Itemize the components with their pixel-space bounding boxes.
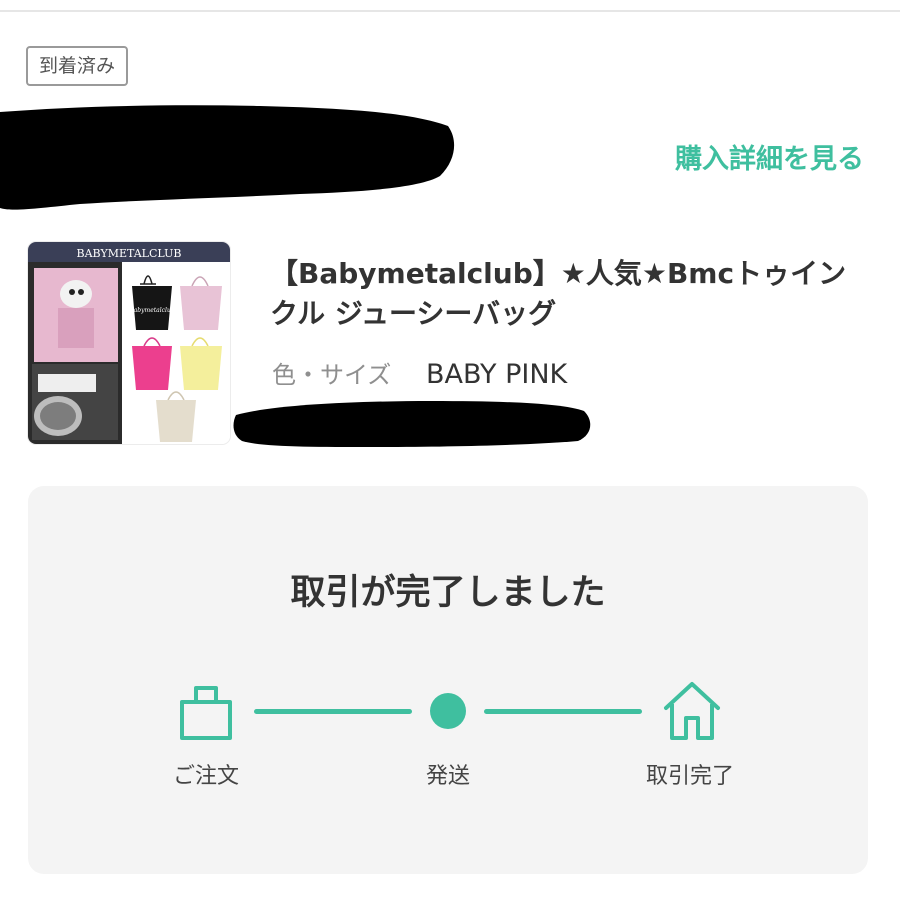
bag-script-text: Babymetalclub [128,307,175,314]
product-thumbnail[interactable]: BABYMETALCLUB Babymetalclub [28,242,230,444]
status-badge: 到着済み [26,46,129,86]
step-label-order: ご注文 [172,764,239,789]
step-label-complete: 取引完了 [645,764,734,789]
transaction-complete-title: 取引が完了しました [290,573,606,613]
dot-icon [430,693,466,729]
progress-line-2 [484,709,642,714]
variant-label: 色・サイズ [272,361,392,389]
variant-value: BABY PINK [426,359,568,390]
product-title[interactable]: 【Babymetalclub】★人気★Bmcトゥインクル ジューシーバッグ [270,254,862,334]
shopping-bag-icon [180,686,232,740]
step-label-shipping: 発送 [425,764,470,789]
transaction-status-panel: 取引が完了しました ご注文 発送 取引完了 [28,486,868,874]
top-divider [0,10,900,12]
purchase-details-link[interactable]: 購入詳細を見る [675,140,864,180]
thumbnail-banner-text: BABYMETALCLUB [77,247,182,260]
redaction-mark [0,105,455,210]
progress-line-1 [254,709,412,714]
redaction-mark [233,401,591,447]
house-icon [664,682,720,740]
